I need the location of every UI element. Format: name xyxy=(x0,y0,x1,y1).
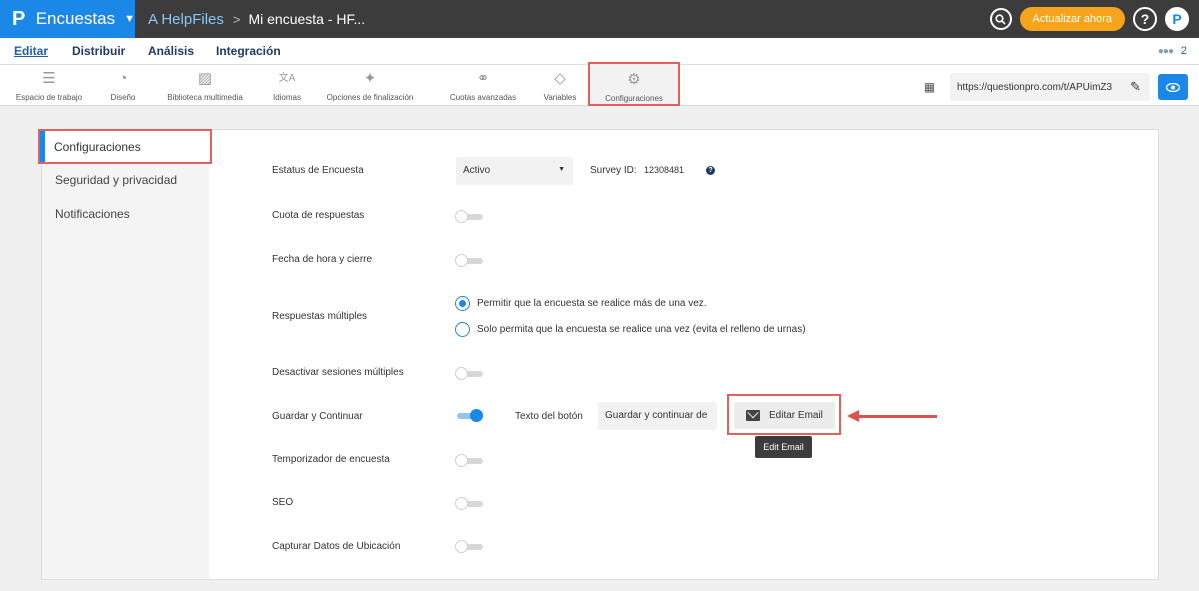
survey-id-value: 12308481 xyxy=(644,165,685,175)
tool-variables[interactable]: ◇ Variables xyxy=(540,65,580,106)
allow-once-radio[interactable] xyxy=(455,322,470,337)
allow-multiple-radio[interactable] xyxy=(455,296,470,311)
sidebar-item-notifications[interactable]: Notificaciones xyxy=(55,207,130,221)
tool-finish-options[interactable]: ✦ Opciones de finalización xyxy=(314,65,426,106)
tool-label: Cuotas avanzadas xyxy=(449,93,517,102)
tool-label: Configuraciones xyxy=(605,94,663,103)
app-switcher[interactable]: P Encuestas ▼ xyxy=(0,0,135,38)
search-icon[interactable] xyxy=(989,8,1012,30)
survey-url-field[interactable]: https://questionpro.com/t/APUimZ3 ✎ xyxy=(950,73,1150,101)
quota-toggle[interactable] xyxy=(455,210,483,223)
help-icon[interactable]: ? xyxy=(1133,7,1157,31)
breadcrumb-separator: > xyxy=(232,11,241,27)
seo-toggle[interactable] xyxy=(455,497,483,510)
survey-id-label: Survey ID: xyxy=(590,165,637,176)
collaborators-count: 2 xyxy=(1180,45,1187,57)
settings-panel: Configuraciones Seguridad y privacidad N… xyxy=(38,129,1159,580)
annotation-arrow xyxy=(856,415,937,418)
location-toggle[interactable] xyxy=(455,540,483,553)
magic-wand-icon: ✦ xyxy=(363,70,377,87)
translate-icon: 文A xyxy=(278,73,296,84)
tab-integracion[interactable]: Integración xyxy=(216,44,281,58)
pencil-icon[interactable]: ✎ xyxy=(1130,79,1141,95)
main-nav: Editar Distribuir Análisis Integración ●… xyxy=(0,38,1199,65)
eye-icon xyxy=(1166,82,1180,92)
allow-multiple-label: Permitir que la encuesta se realice más … xyxy=(477,298,707,309)
tab-editar[interactable]: Editar xyxy=(14,44,48,58)
topbar-actions: Actualizar ahora ? P xyxy=(989,0,1189,38)
location-label: Capturar Datos de Ubicación xyxy=(272,541,401,552)
tool-advanced-quotas[interactable]: ⚭ Cuotas avanzadas xyxy=(446,65,520,106)
tool-design[interactable]: ◔ Diseño xyxy=(106,65,140,106)
tool-label: Diseño xyxy=(110,93,136,102)
workspace-icon: ☰ xyxy=(42,70,56,87)
tool-configurations[interactable]: ⚙ Configuraciones xyxy=(588,62,680,106)
tool-label: Idiomas xyxy=(272,93,301,102)
link-icon: ⚭ xyxy=(476,70,490,87)
close-date-toggle[interactable] xyxy=(455,254,483,267)
sidebar-item-security[interactable]: Seguridad y privacidad xyxy=(55,173,177,187)
upgrade-button[interactable]: Actualizar ahora xyxy=(1019,7,1125,31)
tool-workspace[interactable]: ☰ Espacio de trabajo xyxy=(12,65,86,106)
app-name: Encuestas xyxy=(35,9,116,28)
tool-label: Variables xyxy=(543,93,577,102)
status-value: Activo xyxy=(463,165,491,176)
tool-label: Opciones de finalización xyxy=(326,93,414,102)
multiple-responses-label: Respuestas múltiples xyxy=(272,311,368,322)
active-indicator xyxy=(40,131,45,162)
edit-email-button[interactable]: Editar Email xyxy=(734,402,835,429)
users-icon[interactable]: ●●● xyxy=(1158,46,1174,57)
timer-label: Temporizador de encuesta xyxy=(272,454,390,465)
profile-icon[interactable]: P xyxy=(1165,7,1189,31)
sidebar-item-label: Configuraciones xyxy=(54,140,141,154)
tab-distribuir[interactable]: Distribuir xyxy=(72,44,125,58)
palette-icon: ◔ xyxy=(118,70,128,87)
tool-media-library[interactable]: ▨ Biblioteca multimedia xyxy=(147,65,263,106)
chevron-down-icon: ▼ xyxy=(124,13,135,25)
sidebar-item-configuraciones[interactable]: Configuraciones xyxy=(38,129,212,164)
tag-icon: ◇ xyxy=(554,70,566,87)
preview-button[interactable] xyxy=(1158,74,1188,100)
breadcrumb-folder[interactable]: A HelpFiles xyxy=(148,11,224,28)
caret-down-icon: ▼ xyxy=(558,166,565,173)
tab-analisis[interactable]: Análisis xyxy=(148,44,194,58)
save-continue-toggle[interactable] xyxy=(455,409,483,422)
questionpro-logo-icon: P xyxy=(12,7,26,30)
qr-code-icon[interactable]: ▦ xyxy=(921,80,938,95)
tool-label: Biblioteca multimedia xyxy=(167,93,243,102)
close-date-label: Fecha de hora y cierre xyxy=(272,254,373,265)
breadcrumb: A HelpFiles > Mi encuesta - HF... xyxy=(148,0,365,38)
tool-label: Espacio de trabajo xyxy=(15,93,83,102)
gear-icon: ⚙ xyxy=(627,71,641,88)
timer-toggle[interactable] xyxy=(455,454,483,467)
save-continue-label: Guardar y Continuar xyxy=(272,411,363,422)
quota-label: Cuota de respuestas xyxy=(272,210,365,221)
seo-label: SEO xyxy=(272,497,294,508)
status-label: Estatus de Encuesta xyxy=(272,165,364,176)
edit-email-tooltip: Edit Email xyxy=(755,436,812,458)
edit-email-label: Editar Email xyxy=(769,410,823,421)
disable-sessions-toggle[interactable] xyxy=(455,367,483,380)
top-bar: P Encuestas ▼ A HelpFiles > Mi encuesta … xyxy=(0,0,1199,38)
question-mark-icon[interactable]: ? xyxy=(706,166,715,175)
button-text-label: Texto del botón xyxy=(515,411,583,422)
envelope-icon xyxy=(746,410,760,421)
survey-url-text: https://questionpro.com/t/APUimZ3 xyxy=(957,81,1113,93)
status-dropdown[interactable]: Activo ▼ xyxy=(456,157,573,185)
settings-sidebar: Configuraciones Seguridad y privacidad N… xyxy=(38,129,212,579)
breadcrumb-survey[interactable]: Mi encuesta - HF... xyxy=(248,11,365,27)
disable-sessions-label: Desactivar sesiones múltiples xyxy=(272,367,404,378)
allow-once-label: Solo permita que la encuesta se realice … xyxy=(477,324,806,335)
button-text-input[interactable]: Guardar y continuar de xyxy=(598,402,717,430)
image-icon: ▨ xyxy=(197,70,213,87)
tool-languages[interactable]: 文A Idiomas xyxy=(270,65,304,106)
